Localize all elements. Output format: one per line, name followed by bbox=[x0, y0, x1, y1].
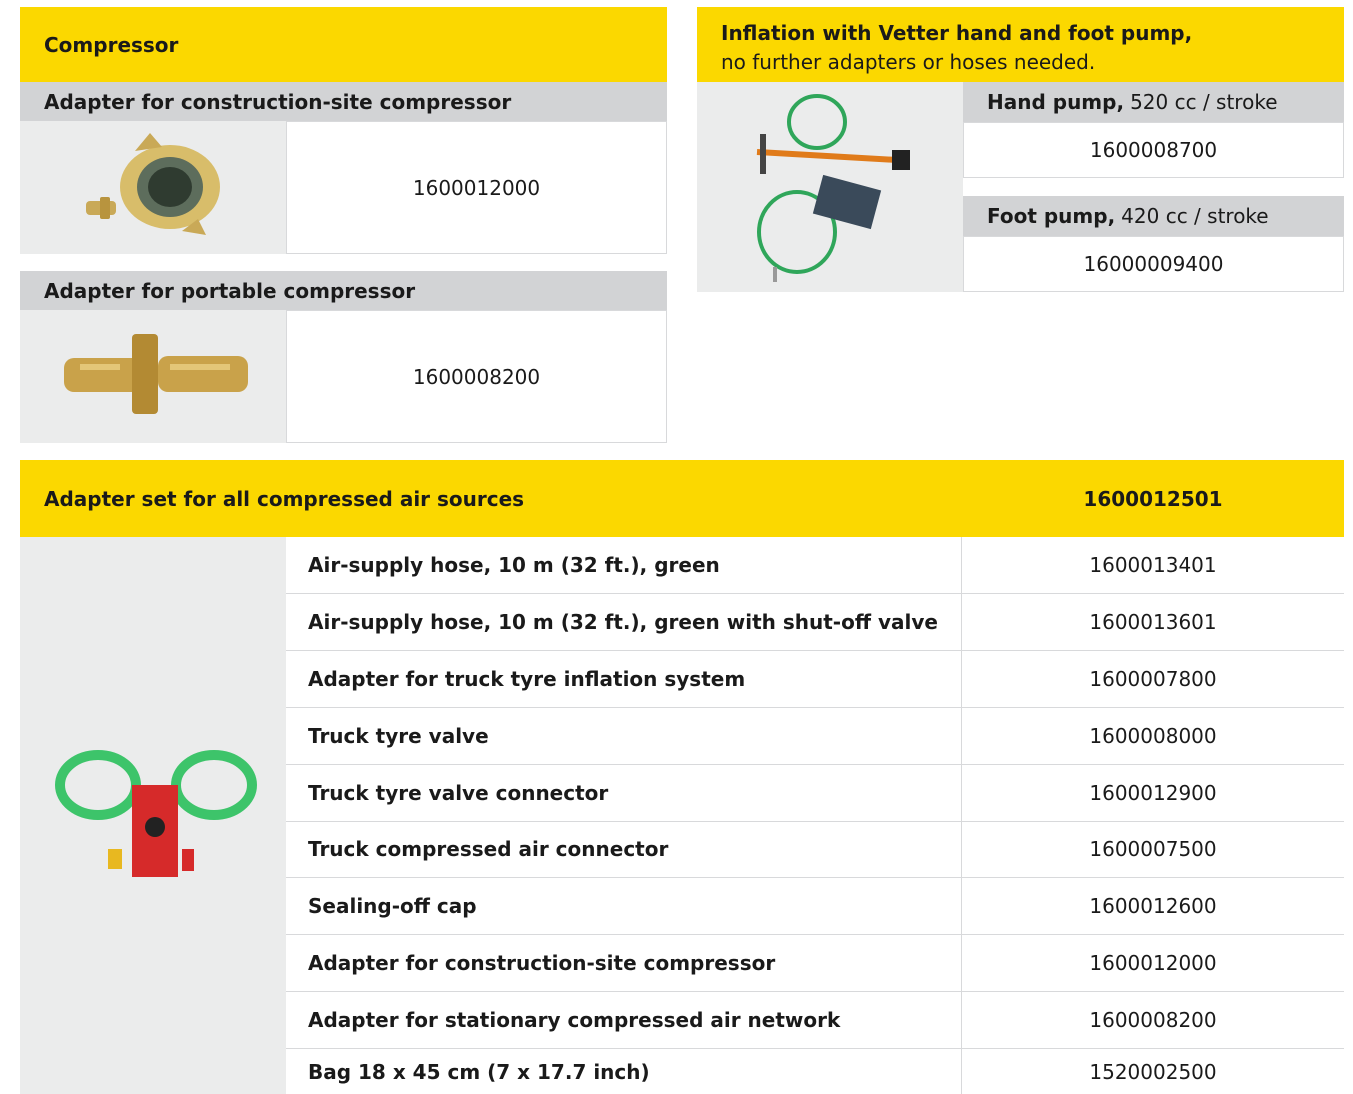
portable-adapter-header: Adapter for portable compressor bbox=[20, 271, 667, 310]
hand-pump-spec: 520 cc / stroke bbox=[1130, 90, 1278, 114]
item-number: 1600012000 bbox=[1089, 951, 1217, 975]
item-number: 1600007800 bbox=[1089, 667, 1217, 691]
pump-image bbox=[697, 82, 963, 292]
construction-adapter-header: Adapter for construction-site compressor bbox=[20, 82, 667, 121]
set-title: Adapter set for all compressed air sourc… bbox=[44, 486, 525, 511]
pump-header: Inflation with Vetter hand and foot pump… bbox=[697, 7, 1344, 82]
item-number: 1600008000 bbox=[1089, 724, 1217, 748]
construction-adapter-number-cell: 1600012000 bbox=[286, 121, 667, 254]
pump-set-image bbox=[756, 94, 910, 282]
item-label: Sealing-off cap bbox=[286, 878, 962, 934]
table-row: Adapter for stationary compressed air ne… bbox=[286, 992, 1344, 1049]
compressor-title: Compressor bbox=[44, 32, 179, 57]
set-image bbox=[20, 537, 286, 1094]
foot-pump-number: 16000009400 bbox=[1083, 252, 1224, 276]
foot-pump-spec: 420 cc / stroke bbox=[1121, 204, 1269, 228]
item-label: Adapter for stationary compressed air ne… bbox=[286, 992, 962, 1048]
table-row: Truck compressed air connector 1600007500 bbox=[286, 821, 1344, 878]
item-number: 1600007500 bbox=[1089, 837, 1217, 861]
table-row: Air-supply hose, 10 m (32 ft.), green wi… bbox=[286, 594, 1344, 651]
item-number: 1600013601 bbox=[1089, 610, 1217, 634]
hand-pump-number-cell: 1600008700 bbox=[963, 122, 1344, 178]
hand-pump-header: Hand pump, 520 cc / stroke bbox=[963, 82, 1344, 122]
table-row: Sealing-off cap 1600012600 bbox=[286, 878, 1344, 935]
foot-pump-header: Foot pump, 420 cc / stroke bbox=[963, 196, 1344, 236]
item-number: 1600013401 bbox=[1089, 553, 1217, 577]
item-number: 1600012600 bbox=[1089, 894, 1217, 918]
item-label: Bag 18 x 45 cm (7 x 17.7 inch) bbox=[286, 1049, 962, 1094]
foot-pump-name: Foot pump, bbox=[987, 204, 1116, 228]
table-row: Truck tyre valve connector 1600012900 bbox=[286, 765, 1344, 822]
item-label: Truck tyre valve bbox=[286, 708, 962, 764]
construction-adapter-number: 1600012000 bbox=[412, 175, 541, 200]
set-number: 1600012501 bbox=[1083, 486, 1223, 511]
compressor-header: Compressor bbox=[20, 7, 667, 82]
item-number: 1520002500 bbox=[1089, 1059, 1217, 1084]
table-row: Bag 18 x 45 cm (7 x 17.7 inch) 1520002500 bbox=[286, 1049, 1344, 1094]
brass-nipple-image bbox=[64, 334, 248, 414]
portable-adapter-number-cell: 1600008200 bbox=[286, 310, 667, 443]
construction-adapter-image bbox=[20, 121, 286, 254]
hand-pump-name: Hand pump, bbox=[987, 90, 1125, 114]
item-label: Adapter for construction-site compressor bbox=[286, 935, 962, 991]
table-row: Truck tyre valve 1600008000 bbox=[286, 708, 1344, 765]
hose-set-image bbox=[55, 750, 257, 877]
set-header: Adapter set for all compressed air sourc… bbox=[20, 460, 1344, 537]
foot-pump-number-cell: 16000009400 bbox=[963, 236, 1344, 292]
table-row: Adapter for construction-site compressor… bbox=[286, 935, 1344, 992]
table-row: Air-supply hose, 10 m (32 ft.), green 160… bbox=[286, 537, 1344, 594]
table-row: Adapter for truck tyre inflation system 1… bbox=[286, 651, 1344, 708]
item-number: 1600012900 bbox=[1089, 781, 1217, 805]
item-label: Truck tyre valve connector bbox=[286, 765, 962, 821]
item-number: 1600008200 bbox=[1089, 1008, 1217, 1032]
pump-title: Inflation with Vetter hand and foot pump… bbox=[721, 21, 1193, 45]
pump-subtitle: no further adapters or hoses needed. bbox=[721, 50, 1096, 74]
item-label: Air-supply hose, 10 m (32 ft.), green bbox=[286, 537, 962, 593]
claw-coupling-image bbox=[86, 133, 220, 235]
item-label: Truck compressed air connector bbox=[286, 821, 962, 877]
item-label: Adapter for truck tyre inflation system bbox=[286, 651, 962, 707]
hand-pump-number: 1600008700 bbox=[1089, 138, 1218, 162]
portable-adapter-label: Adapter for portable compressor bbox=[44, 278, 416, 303]
portable-adapter-number: 1600008200 bbox=[412, 364, 541, 389]
construction-adapter-label: Adapter for construction-site compressor bbox=[44, 89, 512, 114]
portable-adapter-image bbox=[20, 310, 286, 443]
item-label: Air-supply hose, 10 m (32 ft.), green wi… bbox=[286, 594, 962, 650]
